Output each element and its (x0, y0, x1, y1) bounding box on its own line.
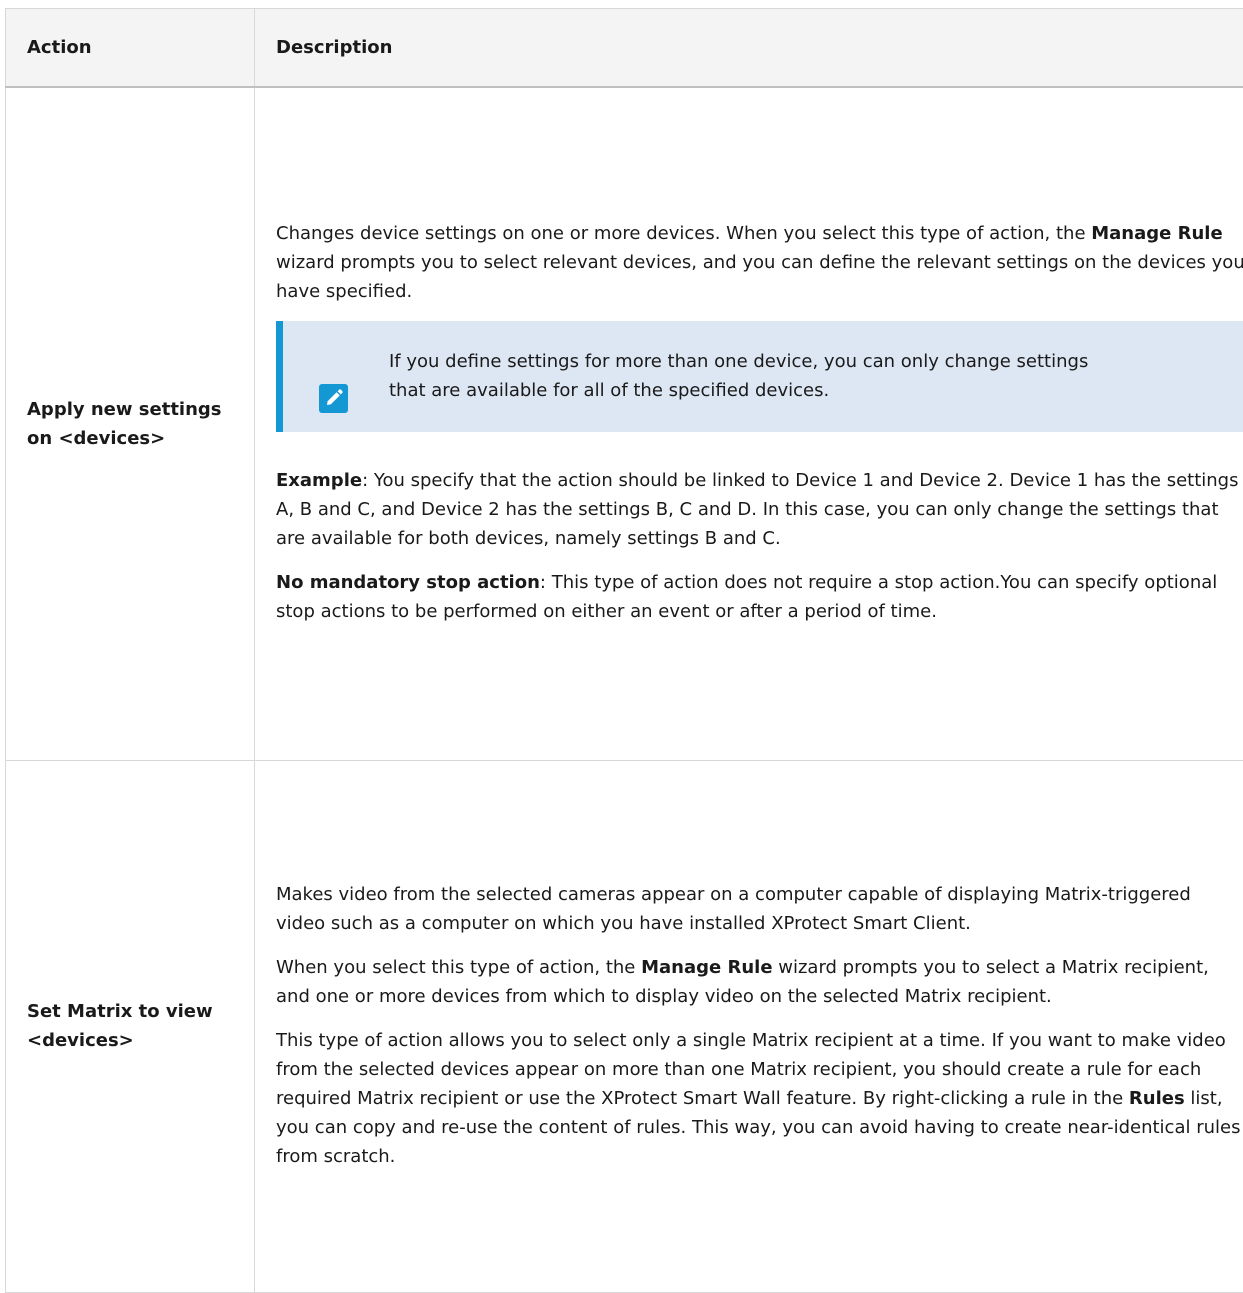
text-span: : You specify that the action should be … (276, 470, 1238, 549)
stop-action-label: No mandatory stop action (276, 572, 540, 593)
stop-action-paragraph: No mandatory stop action: This type of a… (276, 568, 1243, 626)
header-action: Action (6, 9, 255, 88)
text-span: When you select this type of action, the (276, 957, 641, 978)
ui-term: Manage Rule (641, 957, 772, 978)
example-paragraph: Example: You specify that the action sho… (276, 466, 1243, 553)
ui-term: Manage Rule (1091, 223, 1222, 244)
example-label: Example (276, 470, 362, 491)
action-description: Changes device settings on one or more d… (255, 87, 1243, 760)
ui-term: Rules (1129, 1088, 1185, 1109)
description-paragraph: Makes video from the selected cameras ap… (276, 880, 1243, 938)
action-description: Makes video from the selected cameras ap… (255, 760, 1243, 1292)
description-paragraph: This type of action allows you to select… (276, 1026, 1243, 1171)
note-text: If you define settings for more than one… (389, 351, 1088, 401)
action-name: Apply new settings on <devices> (6, 87, 255, 760)
note-callout: If you define settings for more than one… (276, 321, 1243, 432)
action-name: Set Matrix to view <devices> (6, 760, 255, 1292)
pencil-icon (319, 384, 348, 413)
actions-table: Action Description Apply new settings on… (5, 8, 1243, 1293)
table-row: Set Matrix to view <devices> Makes video… (6, 760, 1243, 1292)
text-span: wizard prompts you to select relevant de… (276, 252, 1243, 302)
table-header-row: Action Description (6, 9, 1243, 88)
text-span: This type of action allows you to select… (276, 1030, 1226, 1109)
header-description: Description (255, 9, 1243, 88)
description-paragraph: When you select this type of action, the… (276, 953, 1243, 1011)
description-paragraph: Changes device settings on one or more d… (276, 219, 1243, 306)
text-span: Changes device settings on one or more d… (276, 223, 1091, 244)
table-row: Apply new settings on <devices> Changes … (6, 87, 1243, 760)
